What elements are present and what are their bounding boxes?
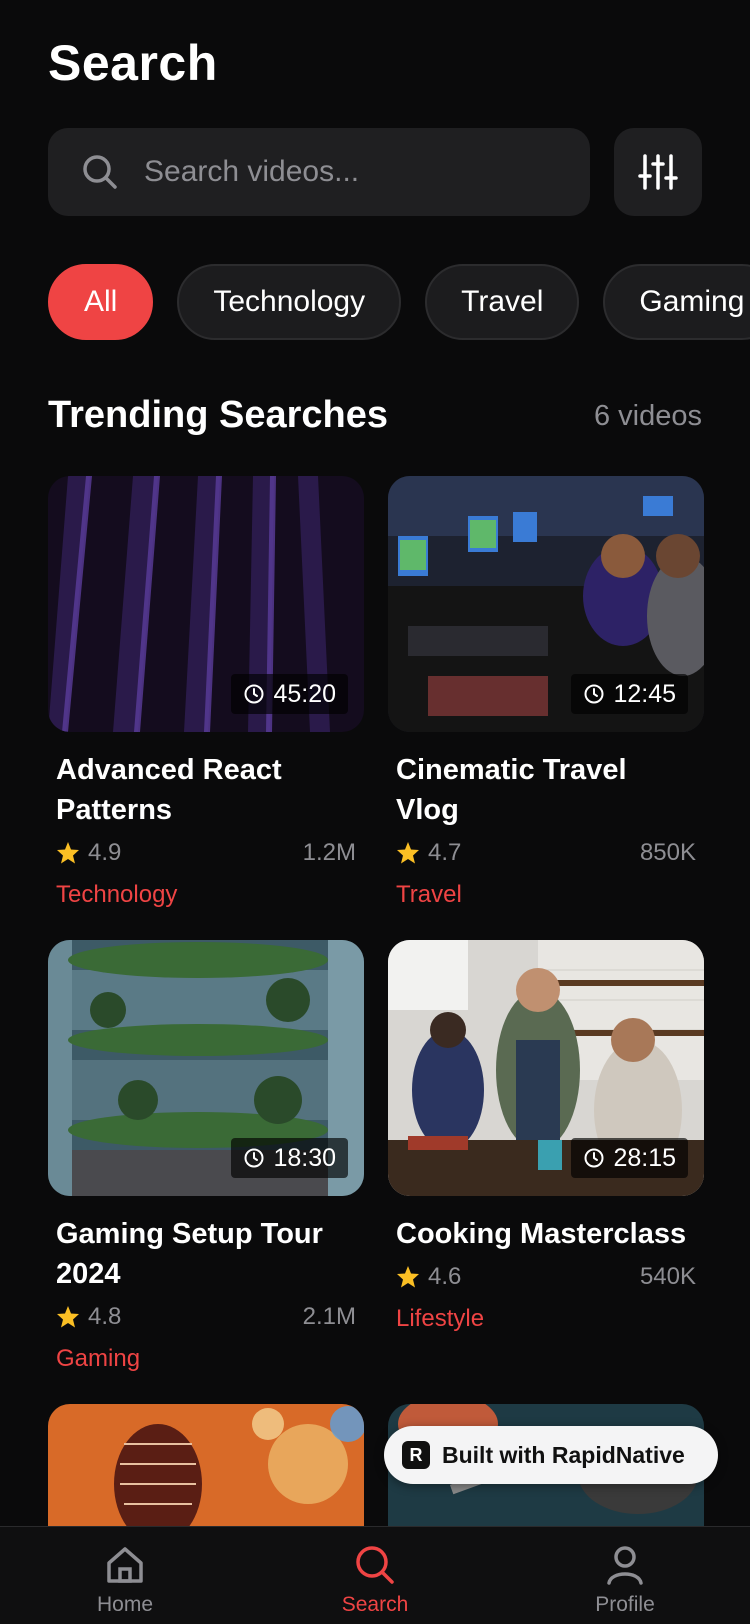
tab-home[interactable]: Home — [55, 1543, 195, 1617]
tab-home-label: Home — [96, 1593, 154, 1616]
video-card[interactable]: 18:30 Gaming Setup Tour 2024 4.8 2.1M Ga… — [48, 940, 364, 1376]
rating: 4.8 — [56, 1303, 121, 1331]
duration-text: 18:30 — [273, 1143, 336, 1172]
star-icon — [397, 1266, 419, 1288]
page-title: Search — [48, 35, 218, 91]
star-icon — [57, 1306, 79, 1328]
rapidnative-logo-icon: R — [402, 1441, 430, 1469]
video-thumbnail[interactable]: 28:15 — [388, 940, 704, 1196]
home-icon — [107, 1547, 143, 1583]
chip-gaming[interactable]: Gaming — [603, 264, 750, 340]
duration-badge: 45:20 — [231, 674, 348, 714]
video-thumbnail[interactable]: 12:45 — [388, 476, 704, 732]
rating-value: 4.7 — [428, 839, 462, 866]
video-category: Travel — [396, 881, 462, 908]
clock-icon — [244, 1148, 264, 1168]
search-input[interactable] — [144, 155, 564, 189]
star-icon — [57, 842, 79, 864]
video-card[interactable]: 45:20 Advanced React Patterns 4.9 1.2M T… — [48, 476, 364, 912]
rating-value: 4.6 — [428, 1263, 462, 1290]
tab-search[interactable]: Search — [305, 1543, 445, 1617]
chip-technology[interactable]: Technology — [177, 264, 402, 340]
tab-search-label: Search — [341, 1593, 409, 1616]
rating: 4.6 — [396, 1263, 461, 1291]
clock-icon — [584, 684, 604, 704]
video-category: Technology — [56, 881, 178, 908]
search-bar[interactable] — [48, 128, 590, 216]
chip-travel[interactable]: Travel — [425, 264, 580, 340]
search-icon — [356, 1546, 394, 1584]
built-with-badge[interactable]: R Built with RapidNative — [384, 1426, 718, 1484]
view-count: 2.1M — [302, 1303, 356, 1330]
duration-text: 45:20 — [273, 679, 336, 708]
video-thumbnail[interactable] — [48, 1404, 364, 1526]
clock-icon — [244, 684, 264, 704]
view-count: 1.2M — [302, 839, 356, 866]
user-icon — [607, 1546, 643, 1585]
duration-badge: 18:30 — [231, 1138, 348, 1178]
tab-profile-label: Profile — [595, 1593, 655, 1616]
video-title[interactable]: Advanced React Patterns — [56, 750, 356, 830]
duration-text: 12:45 — [613, 679, 676, 708]
video-title[interactable]: Cooking Masterclass — [396, 1214, 696, 1254]
category-chips: All Technology Travel Gaming — [48, 264, 750, 340]
search-icon — [83, 155, 117, 189]
video-title[interactable]: Cinematic Travel Vlog — [396, 750, 696, 830]
clock-icon — [584, 1148, 604, 1168]
video-card[interactable]: 28:15 Cooking Masterclass 4.6 540K Lifes… — [388, 940, 704, 1336]
bottom-tab-bar: Home Search Profile — [0, 1526, 750, 1624]
duration-badge: 28:15 — [571, 1138, 688, 1178]
sliders-icon — [638, 154, 678, 190]
tab-profile[interactable]: Profile — [555, 1543, 695, 1617]
chip-all[interactable]: All — [48, 264, 154, 340]
video-title[interactable]: Gaming Setup Tour 2024 — [56, 1214, 356, 1294]
rating-value: 4.8 — [88, 1303, 122, 1330]
video-thumbnail[interactable]: 18:30 — [48, 940, 364, 1196]
video-thumbnail[interactable]: 45:20 — [48, 476, 364, 732]
video-category: Lifestyle — [396, 1305, 485, 1332]
view-count: 540K — [639, 1263, 696, 1290]
duration-text: 28:15 — [613, 1143, 676, 1172]
section-title: Trending Searches — [48, 394, 389, 436]
video-category: Gaming — [56, 1345, 141, 1372]
video-card[interactable]: 12:45 Cinematic Travel Vlog 4.7 850K Tra… — [388, 476, 704, 912]
filter-button[interactable] — [614, 128, 702, 216]
rating-value: 4.9 — [88, 839, 122, 866]
video-count: 6 videos — [593, 400, 702, 432]
duration-badge: 12:45 — [571, 674, 688, 714]
rating: 4.7 — [396, 839, 461, 867]
badge-label: Built with RapidNative — [442, 1441, 685, 1468]
view-count: 850K — [639, 839, 696, 866]
star-icon — [397, 842, 419, 864]
rating: 4.9 — [56, 839, 121, 867]
